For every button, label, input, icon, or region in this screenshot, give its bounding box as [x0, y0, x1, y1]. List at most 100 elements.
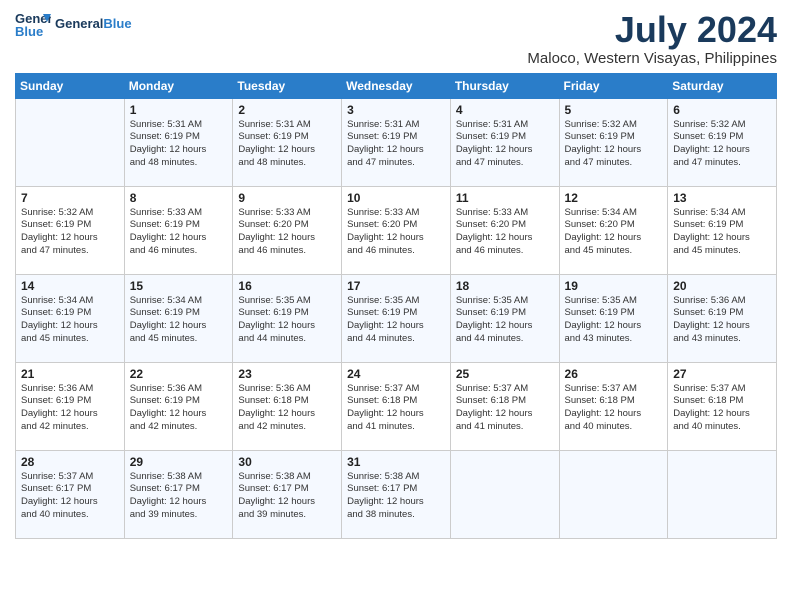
cell-info: Sunrise: 5:37 AMSunset: 6:18 PMDaylight:…: [347, 383, 445, 434]
cell-info: Sunrise: 5:37 AMSunset: 6:17 PMDaylight:…: [21, 471, 119, 522]
calendar-cell: 18 Sunrise: 5:35 AMSunset: 6:19 PMDayligh…: [450, 274, 559, 362]
calendar-cell: 3Sunrise: 5:31 AMSunset: 6:19 PMDaylight…: [342, 98, 451, 186]
calendar-cell: 16 Sunrise: 5:35 AMSunset: 6:19 PMDayligh…: [233, 274, 342, 362]
day-number: 23: [238, 367, 336, 381]
calendar-week-3: 14 Sunrise: 5:34 AMSunset: 6:19 PMDayligh…: [16, 274, 777, 362]
day-number: 21: [21, 367, 119, 381]
cell-info: Sunrise: 5:33 AMSunset: 6:20 PMDaylight:…: [238, 207, 336, 258]
calendar-cell: 4 Sunrise: 5:31 AMSunset: 6:19 PMDaylight…: [450, 98, 559, 186]
calendar-cell: 20Sunrise: 5:36 AMSunset: 6:19 PMDayligh…: [668, 274, 777, 362]
cell-info: Sunrise: 5:34 AMSunset: 6:20 PMDaylight:…: [565, 207, 663, 258]
calendar-cell: 25 Sunrise: 5:37 AMSunset: 6:18 PMDayligh…: [450, 362, 559, 450]
calendar-cell: [668, 450, 777, 538]
cell-info: Sunrise: 5:33 AMSunset: 6:20 PMDaylight:…: [456, 207, 554, 258]
day-number: 11: [456, 191, 554, 205]
calendar-cell: 27Sunrise: 5:37 AMSunset: 6:18 PMDayligh…: [668, 362, 777, 450]
calendar-cell: [559, 450, 668, 538]
day-number: 5: [565, 103, 663, 117]
day-number: 31: [347, 455, 445, 469]
calendar-week-1: 1 Sunrise: 5:31 AMSunset: 6:19 PMDaylight…: [16, 98, 777, 186]
cell-info: Sunrise: 5:36 AMSunset: 6:19 PMDaylight:…: [130, 383, 228, 434]
day-number: 9: [238, 191, 336, 205]
calendar-cell: 2 Sunrise: 5:31 AMSunset: 6:19 PMDaylight…: [233, 98, 342, 186]
cell-info: Sunrise: 5:35 AMSunset: 6:19 PMDaylight:…: [347, 295, 445, 346]
calendar-cell: 26Sunrise: 5:37 AMSunset: 6:18 PMDayligh…: [559, 362, 668, 450]
calendar-cell: 30 Sunrise: 5:38 AMSunset: 6:17 PMDayligh…: [233, 450, 342, 538]
calendar-cell: 1 Sunrise: 5:31 AMSunset: 6:19 PMDaylight…: [124, 98, 233, 186]
day-number: 10: [347, 191, 445, 205]
calendar-cell: 21 Sunrise: 5:36 AMSunset: 6:19 PMDayligh…: [16, 362, 125, 450]
calendar-body: 1 Sunrise: 5:31 AMSunset: 6:19 PMDaylight…: [16, 98, 777, 538]
month-title: July 2024: [527, 10, 777, 50]
calendar-table: SundayMondayTuesdayWednesdayThursdayFrid…: [15, 73, 777, 539]
logo: General Blue GeneralBlue: [15, 10, 132, 38]
day-number: 12: [565, 191, 663, 205]
day-number: 2: [238, 103, 336, 117]
cell-info: Sunrise: 5:33 AMSunset: 6:20 PMDaylight:…: [347, 207, 445, 258]
cell-info: Sunrise: 5:31 AMSunset: 6:19 PMDaylight:…: [347, 119, 445, 170]
cell-info: Sunrise: 5:38 AMSunset: 6:17 PMDaylight:…: [347, 471, 445, 522]
calendar-cell: 5 Sunrise: 5:32 AMSunset: 6:19 PMDaylight…: [559, 98, 668, 186]
calendar-cell: 7 Sunrise: 5:32 AMSunset: 6:19 PMDaylight…: [16, 186, 125, 274]
title-area: July 2024 Maloco, Western Visayas, Phili…: [527, 10, 777, 67]
cell-info: Sunrise: 5:32 AMSunset: 6:19 PMDaylight:…: [565, 119, 663, 170]
day-number: 18: [456, 279, 554, 293]
cell-info: Sunrise: 5:36 AMSunset: 6:19 PMDaylight:…: [21, 383, 119, 434]
calendar-cell: 6Sunrise: 5:32 AMSunset: 6:19 PMDaylight…: [668, 98, 777, 186]
cell-info: Sunrise: 5:35 AMSunset: 6:19 PMDaylight:…: [238, 295, 336, 346]
day-number: 14: [21, 279, 119, 293]
page-header: General Blue GeneralBlue July 2024 Maloc…: [15, 10, 777, 67]
cell-info: Sunrise: 5:31 AMSunset: 6:19 PMDaylight:…: [238, 119, 336, 170]
header-wednesday: Wednesday: [342, 73, 451, 98]
cell-info: Sunrise: 5:35 AMSunset: 6:19 PMDaylight:…: [456, 295, 554, 346]
calendar-week-4: 21 Sunrise: 5:36 AMSunset: 6:19 PMDayligh…: [16, 362, 777, 450]
day-number: 19: [565, 279, 663, 293]
cell-info: Sunrise: 5:34 AMSunset: 6:19 PMDaylight:…: [673, 207, 771, 258]
calendar-cell: 19 Sunrise: 5:35 AMSunset: 6:19 PMDayligh…: [559, 274, 668, 362]
calendar-week-5: 28 Sunrise: 5:37 AMSunset: 6:17 PMDayligh…: [16, 450, 777, 538]
calendar-cell: 12 Sunrise: 5:34 AMSunset: 6:20 PMDayligh…: [559, 186, 668, 274]
calendar-cell: 31 Sunrise: 5:38 AMSunset: 6:17 PMDayligh…: [342, 450, 451, 538]
day-number: 15: [130, 279, 228, 293]
day-number: 20: [673, 279, 771, 293]
cell-info: Sunrise: 5:34 AMSunset: 6:19 PMDaylight:…: [21, 295, 119, 346]
cell-info: Sunrise: 5:35 AMSunset: 6:19 PMDaylight:…: [565, 295, 663, 346]
day-number: 13: [673, 191, 771, 205]
day-number: 16: [238, 279, 336, 293]
day-number: 22: [130, 367, 228, 381]
calendar-cell: [16, 98, 125, 186]
cell-info: Sunrise: 5:38 AMSunset: 6:17 PMDaylight:…: [130, 471, 228, 522]
cell-info: Sunrise: 5:37 AMSunset: 6:18 PMDaylight:…: [456, 383, 554, 434]
calendar-cell: 13 Sunrise: 5:34 AMSunset: 6:19 PMDayligh…: [668, 186, 777, 274]
cell-info: Sunrise: 5:37 AMSunset: 6:18 PMDaylight:…: [673, 383, 771, 434]
cell-info: Sunrise: 5:33 AMSunset: 6:19 PMDaylight:…: [130, 207, 228, 258]
cell-info: Sunrise: 5:37 AMSunset: 6:18 PMDaylight:…: [565, 383, 663, 434]
calendar-cell: 22 Sunrise: 5:36 AMSunset: 6:19 PMDayligh…: [124, 362, 233, 450]
header-saturday: Saturday: [668, 73, 777, 98]
day-number: 4: [456, 103, 554, 117]
calendar-cell: 9 Sunrise: 5:33 AMSunset: 6:20 PMDaylight…: [233, 186, 342, 274]
day-number: 8: [130, 191, 228, 205]
calendar-cell: 10 Sunrise: 5:33 AMSunset: 6:20 PMDayligh…: [342, 186, 451, 274]
day-number: 25: [456, 367, 554, 381]
cell-info: Sunrise: 5:36 AMSunset: 6:18 PMDaylight:…: [238, 383, 336, 434]
header-friday: Friday: [559, 73, 668, 98]
day-number: 29: [130, 455, 228, 469]
calendar-cell: 24 Sunrise: 5:37 AMSunset: 6:18 PMDayligh…: [342, 362, 451, 450]
calendar-cell: 15 Sunrise: 5:34 AMSunset: 6:19 PMDayligh…: [124, 274, 233, 362]
calendar-cell: 28 Sunrise: 5:37 AMSunset: 6:17 PMDayligh…: [16, 450, 125, 538]
cell-info: Sunrise: 5:31 AMSunset: 6:19 PMDaylight:…: [130, 119, 228, 170]
day-number: 28: [21, 455, 119, 469]
calendar-cell: 23 Sunrise: 5:36 AMSunset: 6:18 PMDayligh…: [233, 362, 342, 450]
cell-info: Sunrise: 5:34 AMSunset: 6:19 PMDaylight:…: [130, 295, 228, 346]
day-number: 7: [21, 191, 119, 205]
cell-info: Sunrise: 5:38 AMSunset: 6:17 PMDaylight:…: [238, 471, 336, 522]
day-number: 30: [238, 455, 336, 469]
calendar-cell: 8 Sunrise: 5:33 AMSunset: 6:19 PMDaylight…: [124, 186, 233, 274]
location-title: Maloco, Western Visayas, Philippines: [527, 50, 777, 67]
day-number: 1: [130, 103, 228, 117]
calendar-cell: 11 Sunrise: 5:33 AMSunset: 6:20 PMDayligh…: [450, 186, 559, 274]
cell-info: Sunrise: 5:32 AMSunset: 6:19 PMDaylight:…: [21, 207, 119, 258]
day-number: 24: [347, 367, 445, 381]
cell-info: Sunrise: 5:31 AMSunset: 6:19 PMDaylight:…: [456, 119, 554, 170]
